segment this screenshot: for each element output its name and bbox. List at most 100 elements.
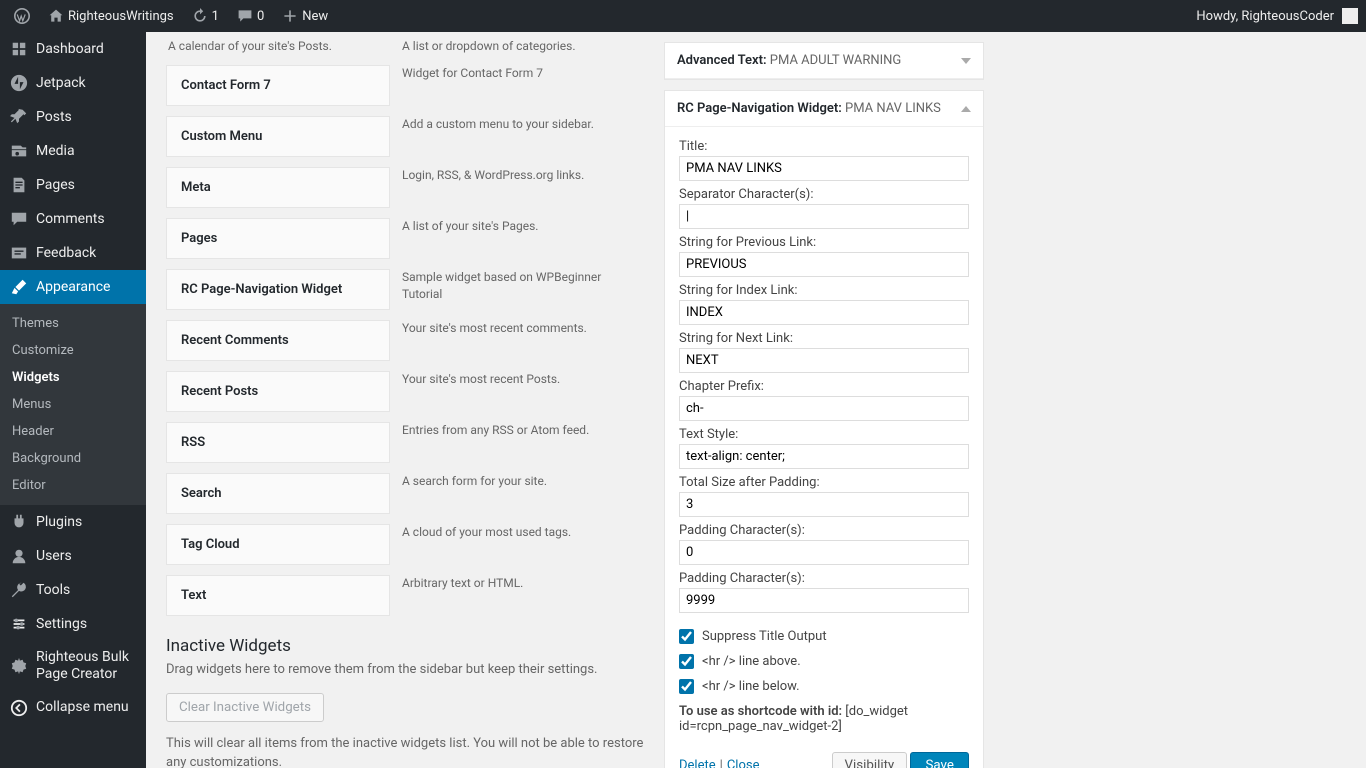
checkbox-0[interactable] — [679, 629, 694, 644]
field-input-8[interactable] — [679, 540, 969, 565]
field-label: Separator Character(s): — [679, 187, 969, 202]
field-input-1[interactable] — [679, 204, 969, 229]
checkbox-label: <hr /> line above. — [702, 654, 801, 669]
shortcode-label: To use as shortcode with id: — [679, 704, 842, 719]
clear-note: This will clear all items from the inact… — [166, 734, 646, 768]
menu-tools[interactable]: Tools — [0, 573, 146, 607]
menu-users[interactable]: Users — [0, 539, 146, 573]
menu-righteous-bulk-page-creator[interactable]: Righteous Bulk Page Creator — [0, 641, 146, 691]
checkbox-2[interactable] — [679, 679, 694, 694]
field-input-2[interactable] — [679, 252, 969, 277]
content: A calendar of your site's Posts. A list o… — [146, 32, 1366, 768]
widget-desc: A search form for your site. — [400, 473, 624, 514]
field-label: String for Previous Link: — [679, 235, 969, 250]
collapse-icon — [10, 699, 28, 717]
chevron-down-icon — [961, 58, 971, 64]
widget-card[interactable]: Tag Cloud — [166, 524, 390, 565]
widget-header[interactable]: RC Page-Navigation Widget: PMA NAV LINKS — [665, 91, 983, 127]
field-input-9[interactable] — [679, 588, 969, 613]
widget-type: RC Page-Navigation Widget: — [677, 101, 842, 116]
save-button[interactable]: Save — [910, 752, 969, 768]
admin-sidebar: DashboardJetpackPostsMediaPagesCommentsF… — [0, 32, 146, 768]
widget-desc: Widget for Contact Form 7 — [400, 65, 624, 106]
admin-toolbar: RighteousWritings 1 0 New Howdy, Righteo… — [0, 0, 1366, 32]
widget-card[interactable]: Recent Comments — [166, 320, 390, 361]
widget-collapsed[interactable]: Advanced Text: PMA ADULT WARNING — [664, 42, 984, 80]
menu-collapse-menu[interactable]: Collapse menu — [0, 691, 146, 725]
field-label: String for Next Link: — [679, 331, 969, 346]
widget-card[interactable]: Recent Posts — [166, 371, 390, 412]
widget-desc: Add a custom menu to your sidebar. — [400, 116, 624, 157]
field-label: Text Style: — [679, 427, 969, 442]
tool-icon — [10, 581, 28, 599]
wp-logo[interactable] — [8, 8, 36, 24]
media-icon — [10, 142, 28, 160]
dash-icon — [10, 40, 28, 58]
widget-card[interactable]: Contact Form 7 — [166, 65, 390, 106]
widget-desc: A calendar of your site's Posts. — [166, 38, 390, 55]
page-icon — [10, 176, 28, 194]
menu-dashboard[interactable]: Dashboard — [0, 32, 146, 66]
submenu-themes[interactable]: Themes — [0, 310, 146, 337]
submenu-background[interactable]: Background — [0, 445, 146, 472]
feedback-icon — [10, 244, 28, 262]
avatar[interactable] — [1342, 8, 1358, 24]
field-input-3[interactable] — [679, 300, 969, 325]
submenu-editor[interactable]: Editor — [0, 472, 146, 499]
widget-card[interactable]: Meta — [166, 167, 390, 208]
howdy-text[interactable]: Howdy, RighteousCoder — [1196, 9, 1334, 24]
submenu-header[interactable]: Header — [0, 418, 146, 445]
available-widgets: A calendar of your site's Posts.A list o… — [166, 42, 646, 768]
widget-desc: Entries from any RSS or Atom feed. — [400, 422, 624, 463]
clear-inactive-button[interactable]: Clear Inactive Widgets — [166, 693, 324, 722]
field-input-0[interactable] — [679, 156, 969, 181]
menu-settings[interactable]: Settings — [0, 607, 146, 641]
site-link[interactable]: RighteousWritings — [42, 8, 180, 24]
widget-card[interactable]: Text — [166, 575, 390, 616]
widget-desc: Login, RSS, & WordPress.org links. — [400, 167, 624, 208]
widget-type: Advanced Text: — [677, 53, 767, 68]
field-input-6[interactable] — [679, 444, 969, 469]
menu-posts[interactable]: Posts — [0, 100, 146, 134]
widget-card[interactable]: Pages — [166, 218, 390, 259]
widget-card[interactable]: RSS — [166, 422, 390, 463]
widget-desc: A list or dropdown of categories. — [400, 38, 624, 55]
inactive-desc: Drag widgets here to remove them from th… — [166, 662, 646, 677]
field-label: Chapter Prefix: — [679, 379, 969, 394]
delete-link[interactable]: Delete — [679, 758, 716, 768]
new-link[interactable]: New — [276, 8, 334, 24]
menu-feedback[interactable]: Feedback — [0, 236, 146, 270]
submenu-widgets[interactable]: Widgets — [0, 364, 146, 391]
widget-desc: Sample widget based on WPBeginner Tutori… — [400, 269, 624, 310]
comments-link[interactable]: 0 — [231, 8, 270, 24]
inactive-heading: Inactive Widgets — [166, 636, 646, 656]
plug-icon — [10, 513, 28, 531]
widget-desc: Your site's most recent Posts. — [400, 371, 624, 412]
checkbox-1[interactable] — [679, 654, 694, 669]
field-label: Title: — [679, 139, 969, 154]
menu-media[interactable]: Media — [0, 134, 146, 168]
menu-plugins[interactable]: Plugins — [0, 505, 146, 539]
field-label: Padding Character(s): — [679, 571, 969, 586]
field-input-4[interactable] — [679, 348, 969, 373]
submenu-menus[interactable]: Menus — [0, 391, 146, 418]
widget-card[interactable]: Search — [166, 473, 390, 514]
submenu-customize[interactable]: Customize — [0, 337, 146, 364]
gear-icon — [10, 657, 28, 675]
visibility-button[interactable]: Visibility — [832, 752, 908, 768]
widget-card[interactable]: RC Page-Navigation Widget — [166, 269, 390, 310]
jetpack-icon — [10, 74, 28, 92]
menu-pages[interactable]: Pages — [0, 168, 146, 202]
field-input-7[interactable] — [679, 492, 969, 517]
field-label: String for Index Link: — [679, 283, 969, 298]
field-input-5[interactable] — [679, 396, 969, 421]
menu-appearance[interactable]: Appearance — [0, 270, 146, 304]
updates-link[interactable]: 1 — [186, 8, 225, 24]
comment-icon — [10, 210, 28, 228]
widget-expanded: RC Page-Navigation Widget: PMA NAV LINKS… — [664, 90, 984, 768]
menu-jetpack[interactable]: Jetpack — [0, 66, 146, 100]
menu-comments[interactable]: Comments — [0, 202, 146, 236]
close-link[interactable]: Close — [727, 758, 760, 768]
chevron-up-icon — [961, 106, 971, 112]
widget-card[interactable]: Custom Menu — [166, 116, 390, 157]
